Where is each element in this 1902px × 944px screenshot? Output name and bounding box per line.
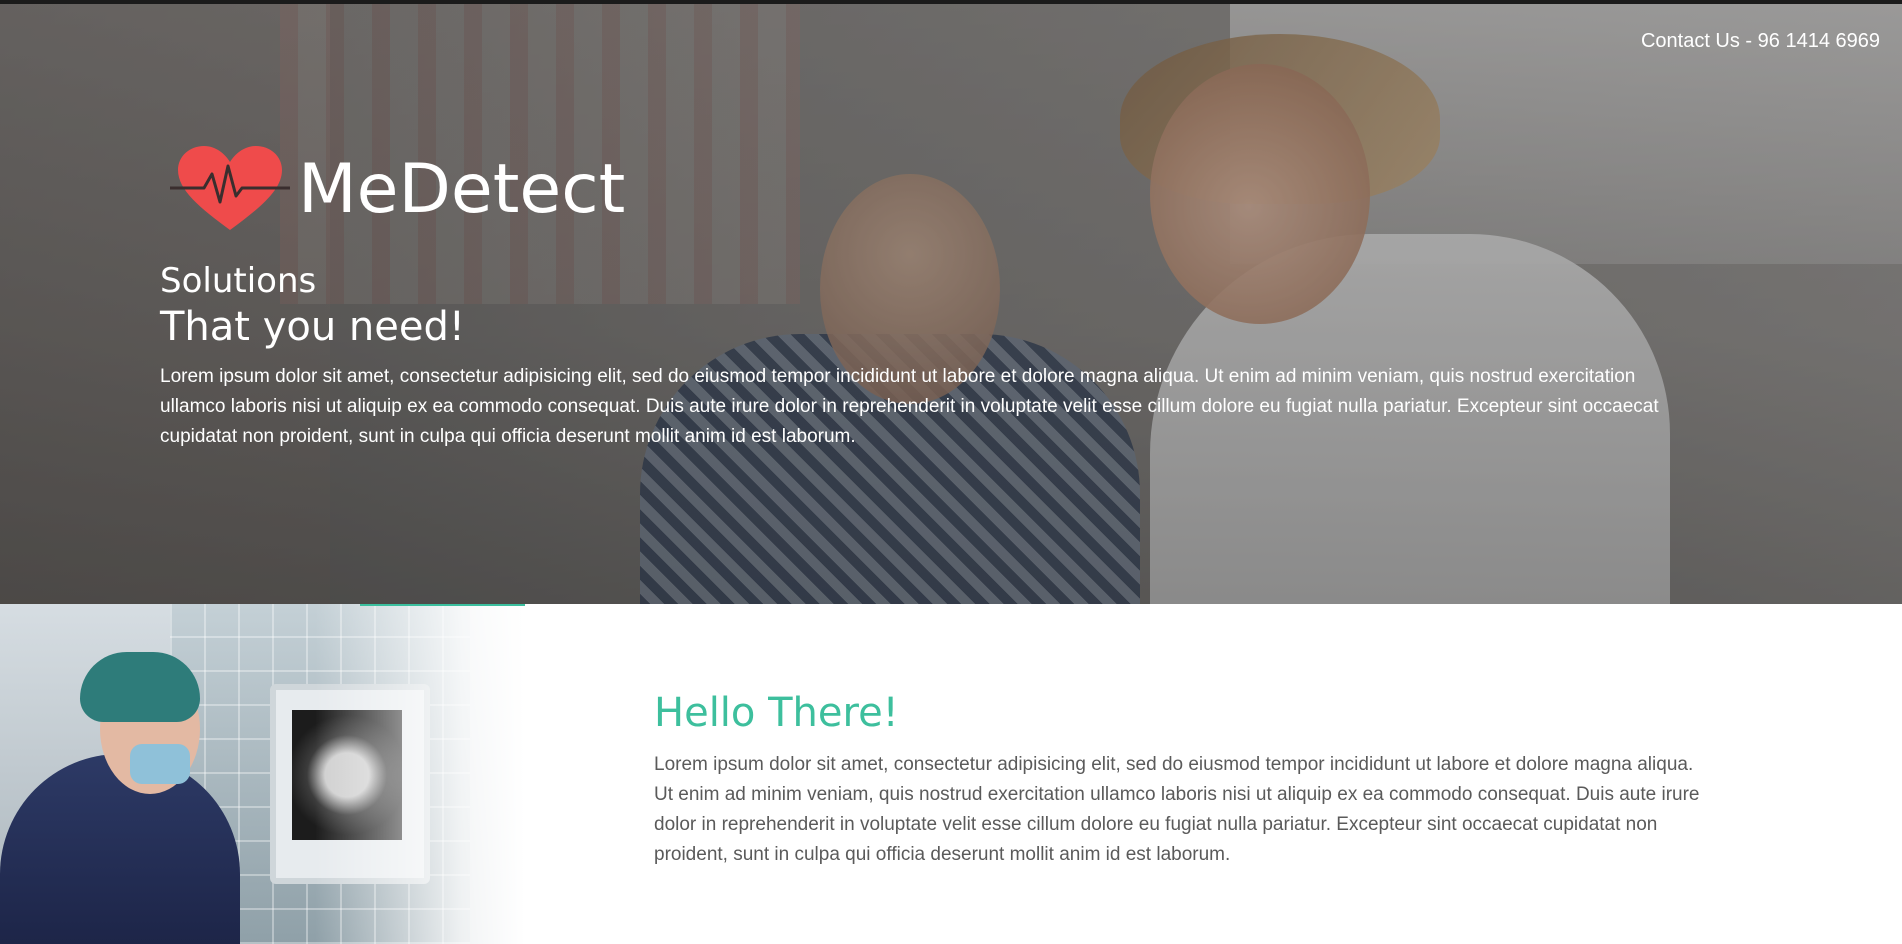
hero-subtitle: Solutions [160,261,317,301]
hero-headline: That you need! [160,304,465,350]
lab-photo [0,604,525,944]
page: Contact Us - 96 1414 6969 MeDetect Solut… [0,0,1902,944]
intro-title: Hello There! [654,690,899,736]
brand-name: MeDetect [298,149,626,229]
contact-link[interactable]: Contact Us - 96 1414 6969 [1641,30,1880,53]
intro-body-text: Lorem ipsum dolor sit amet, consectetur … [654,754,1700,865]
hero-body-text: Lorem ipsum dolor sit amet, consectetur … [160,366,1659,447]
heart-pulse-icon [170,144,290,234]
lab-photo-fade [0,604,525,944]
brand-logo[interactable]: MeDetect [170,144,625,234]
accent-line [360,604,525,606]
hero-banner: Contact Us - 96 1414 6969 MeDetect Solut… [0,0,1902,604]
